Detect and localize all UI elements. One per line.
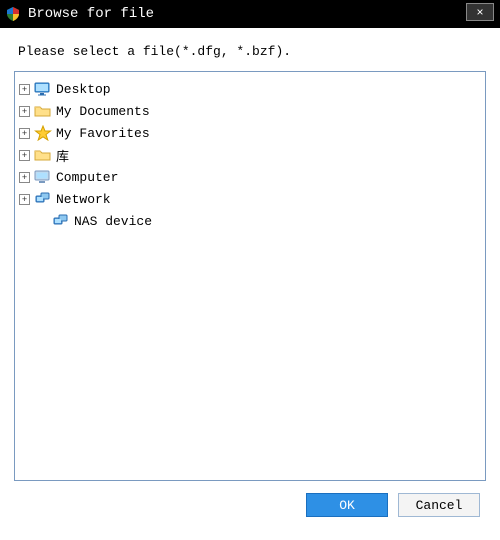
expander-none: [37, 216, 48, 227]
window-title: Browse for file: [28, 6, 154, 22]
tree-item[interactable]: + My Documents: [19, 100, 481, 122]
network-icon: [34, 191, 52, 207]
expander-plus-icon[interactable]: +: [19, 172, 30, 183]
tree-item[interactable]: + Desktop: [19, 78, 481, 100]
expander-plus-icon[interactable]: +: [19, 194, 30, 205]
folder-icon: [34, 103, 52, 119]
app-shield-icon: [6, 7, 20, 21]
tree-item-label: 库: [56, 146, 69, 165]
cancel-button[interactable]: Cancel: [398, 493, 480, 517]
dialog-body: Please select a file(*.dfg, *.bzf). + Des…: [0, 28, 500, 531]
tree-item-label: Computer: [56, 170, 118, 185]
tree-item[interactable]: +库: [19, 144, 481, 166]
button-row: OK Cancel: [14, 493, 486, 517]
close-button[interactable]: ×: [466, 3, 494, 21]
tree-item[interactable]: + My Favorites: [19, 122, 481, 144]
expander-plus-icon[interactable]: +: [19, 128, 30, 139]
expander-plus-icon[interactable]: +: [19, 84, 30, 95]
file-tree[interactable]: +Desktop+My Documents+My Favorites+库+Com…: [14, 71, 486, 481]
expander-plus-icon[interactable]: +: [19, 150, 30, 161]
monitor-icon: [34, 81, 52, 97]
folder-icon: [34, 147, 52, 163]
tree-item[interactable]: NAS device: [19, 210, 481, 232]
expander-plus-icon[interactable]: +: [19, 106, 30, 117]
ok-button[interactable]: OK: [306, 493, 388, 517]
titlebar: Browse for file ×: [0, 0, 500, 28]
tree-item-label: My Documents: [56, 104, 150, 119]
tree-item-label: Desktop: [56, 82, 111, 97]
tree-item[interactable]: + Network: [19, 188, 481, 210]
computer-icon: [34, 169, 52, 185]
instruction-text: Please select a file(*.dfg, *.bzf).: [18, 44, 486, 59]
close-icon: ×: [476, 5, 483, 19]
network-icon: [52, 213, 70, 229]
tree-item[interactable]: + Computer: [19, 166, 481, 188]
star-icon: [34, 125, 52, 141]
tree-item-label: Network: [56, 192, 111, 207]
tree-item-label: NAS device: [74, 214, 152, 229]
tree-item-label: My Favorites: [56, 126, 150, 141]
